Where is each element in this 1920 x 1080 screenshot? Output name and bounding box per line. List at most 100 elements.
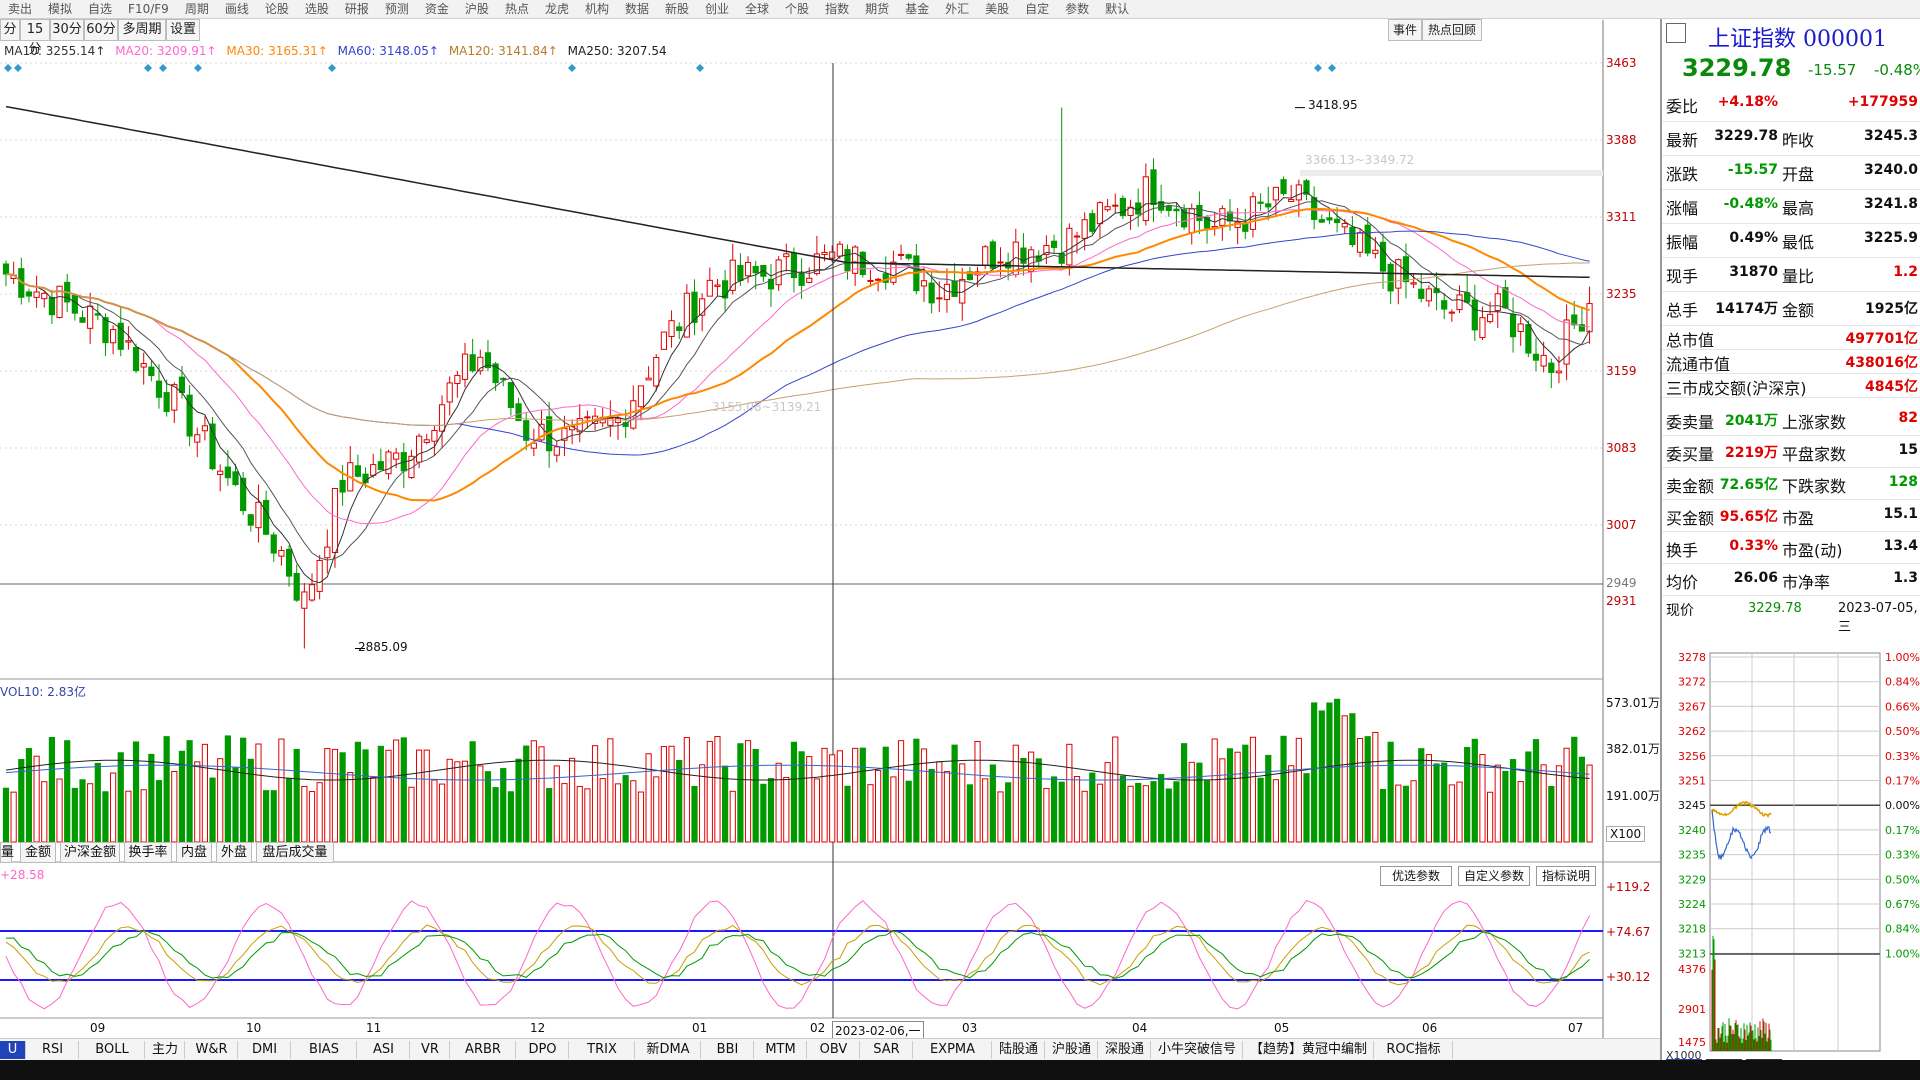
candle-body: [676, 326, 683, 331]
volume-bar: [1043, 788, 1050, 843]
custom-params-button[interactable]: 自定义参数: [1458, 866, 1530, 886]
vol-tab-turnover[interactable]: 换手率: [124, 842, 172, 863]
volume-bar: [224, 735, 231, 843]
quote-value: 3240.0: [1863, 162, 1918, 178]
period-15min-button[interactable]: 15分: [20, 19, 50, 57]
volume-bar: [936, 761, 943, 843]
indicator-tab[interactable]: BIAS: [292, 1041, 357, 1059]
indicator-tab[interactable]: 主力: [146, 1041, 185, 1059]
candle-body: [668, 320, 675, 337]
vol-tab-inner[interactable]: 内盘: [176, 842, 212, 863]
quote-label: 委卖量: [1666, 413, 1715, 432]
candle-body: [71, 294, 78, 314]
indicator-tab[interactable]: MTM: [755, 1041, 807, 1059]
indicator-tab[interactable]: ASI: [358, 1041, 410, 1059]
candle-body: [1364, 224, 1371, 254]
vol-tab-after-hours[interactable]: 盘后成交量: [256, 842, 334, 863]
volume-bar: [1471, 738, 1478, 843]
multi-period-button[interactable]: 多周期: [118, 19, 166, 41]
volume-bar: [1104, 762, 1111, 843]
candle-body: [1326, 217, 1333, 221]
indicator-tab[interactable]: 陆股通: [993, 1041, 1045, 1059]
candle-body: [1372, 249, 1379, 254]
mini-price-label: 3272: [1678, 676, 1706, 689]
volume-bar: [1288, 765, 1295, 843]
quote-label: 量比: [1782, 267, 1815, 286]
indicator-tab[interactable]: ROC指标: [1375, 1041, 1453, 1059]
indicator-tabs: U RSI BOLL 主力 W&R DMI BIAS ASI VR ARBR DPO TRIX 新DMA…: [0, 1038, 1660, 1061]
quote-label: 换手: [1666, 541, 1699, 560]
optimal-params-button[interactable]: 优选参数: [1380, 866, 1452, 886]
indicator-tab[interactable]: 沪股通: [1046, 1041, 1098, 1059]
volume-bar: [1173, 781, 1180, 843]
indicator-tab[interactable]: SAR: [861, 1041, 913, 1059]
quote-label: 卖金额: [1666, 477, 1715, 496]
volume-bar: [1318, 710, 1325, 843]
event-tab[interactable]: 事件: [1388, 19, 1422, 41]
settings-button[interactable]: 设置: [166, 19, 200, 41]
candle-body: [1058, 253, 1065, 264]
volume-bar: [416, 749, 423, 843]
checkbox-icon[interactable]: [1666, 23, 1686, 43]
volume-bar: [507, 791, 514, 843]
volume-bar: [278, 738, 285, 843]
indicator-tab[interactable]: BBI: [702, 1041, 754, 1059]
indicator-tab[interactable]: W&R: [186, 1041, 238, 1059]
volume-bar: [201, 743, 209, 843]
indicator-tab[interactable]: 小牛突破信号: [1152, 1041, 1243, 1059]
quote-row: 总手 14174万 金额 1925亿: [1662, 291, 1920, 326]
candle-body: [790, 252, 798, 279]
volume-bar: [813, 778, 820, 843]
volume-bar: [163, 736, 170, 843]
candle-body: [653, 356, 660, 387]
indicator-tab[interactable]: RSI: [27, 1041, 79, 1059]
candle-body: [1165, 205, 1172, 211]
volume-bar: [1196, 762, 1203, 843]
indicator-help-button[interactable]: 指标说明: [1536, 866, 1596, 886]
volume-bar: [1295, 737, 1302, 843]
vol-tab-outer[interactable]: 外盘: [216, 842, 252, 863]
candle-body: [1318, 219, 1325, 223]
period-60min-button[interactable]: 60分: [84, 19, 118, 41]
quote-row: 最新 3229.78 昨收 3245.3: [1662, 121, 1920, 156]
candle-body: [1441, 300, 1448, 310]
intraday-mini-chart[interactable]: 3278 1.00% 3272 0.84% 3267 0.66% 3262 0.50% 3256…: [1662, 621, 1920, 1061]
indicator-tab[interactable]: EXPMA: [914, 1041, 992, 1059]
candle-body: [507, 382, 514, 408]
quote-label: 上涨家数: [1782, 413, 1847, 432]
vol-tab-volume[interactable]: 量: [0, 842, 14, 863]
ma30-legend: MA30: 3165.31↑: [226, 44, 328, 58]
indicator-tab[interactable]: DMI: [239, 1041, 291, 1059]
mini-price-label: 3224: [1678, 898, 1706, 911]
candle-body: [806, 277, 813, 283]
quote-value: 15.1: [1883, 506, 1918, 522]
indicator-tab[interactable]: VR: [411, 1041, 450, 1059]
indicator-tab[interactable]: 深股通: [1099, 1041, 1151, 1059]
candle-body: [867, 279, 874, 282]
quote-pct: -0.48%: [1874, 61, 1920, 79]
volume-bar: [1326, 702, 1333, 843]
candle-body: [339, 479, 346, 493]
indicator-tab[interactable]: 【趋势】黄冠中编制: [1244, 1041, 1374, 1059]
candle-body: [660, 331, 667, 350]
indicator-tab[interactable]: BOLL: [80, 1041, 145, 1059]
quote-row: 涨跌 -15.57 开盘 3240.0: [1662, 155, 1920, 190]
indicator-tab[interactable]: 新DMA: [636, 1041, 701, 1059]
indicator-tab[interactable]: DPO: [517, 1041, 569, 1059]
candle-body: [1341, 222, 1348, 228]
period-minute-button[interactable]: 分: [0, 19, 20, 41]
volume-bar: [125, 790, 132, 843]
period-toolbar: 分 15分 30分 60分 多周期 设置: [0, 19, 210, 57]
candle-body: [1487, 313, 1494, 323]
volume-bar: [1234, 751, 1241, 843]
candle-body: [1150, 169, 1157, 206]
vol-tab-amount[interactable]: 金额: [20, 842, 56, 863]
volume-bar: [1356, 738, 1364, 843]
indicator-tab[interactable]: OBV: [808, 1041, 860, 1059]
indicator-tab[interactable]: TRIX: [570, 1041, 635, 1059]
indicator-tab[interactable]: U: [0, 1041, 26, 1059]
vol-tab-hs-amount[interactable]: 沪深金额: [60, 842, 120, 863]
period-30min-button[interactable]: 30分: [50, 19, 84, 41]
indicator-tab[interactable]: ARBR: [451, 1041, 516, 1059]
hot-review-tab[interactable]: 热点回顾: [1422, 19, 1482, 41]
